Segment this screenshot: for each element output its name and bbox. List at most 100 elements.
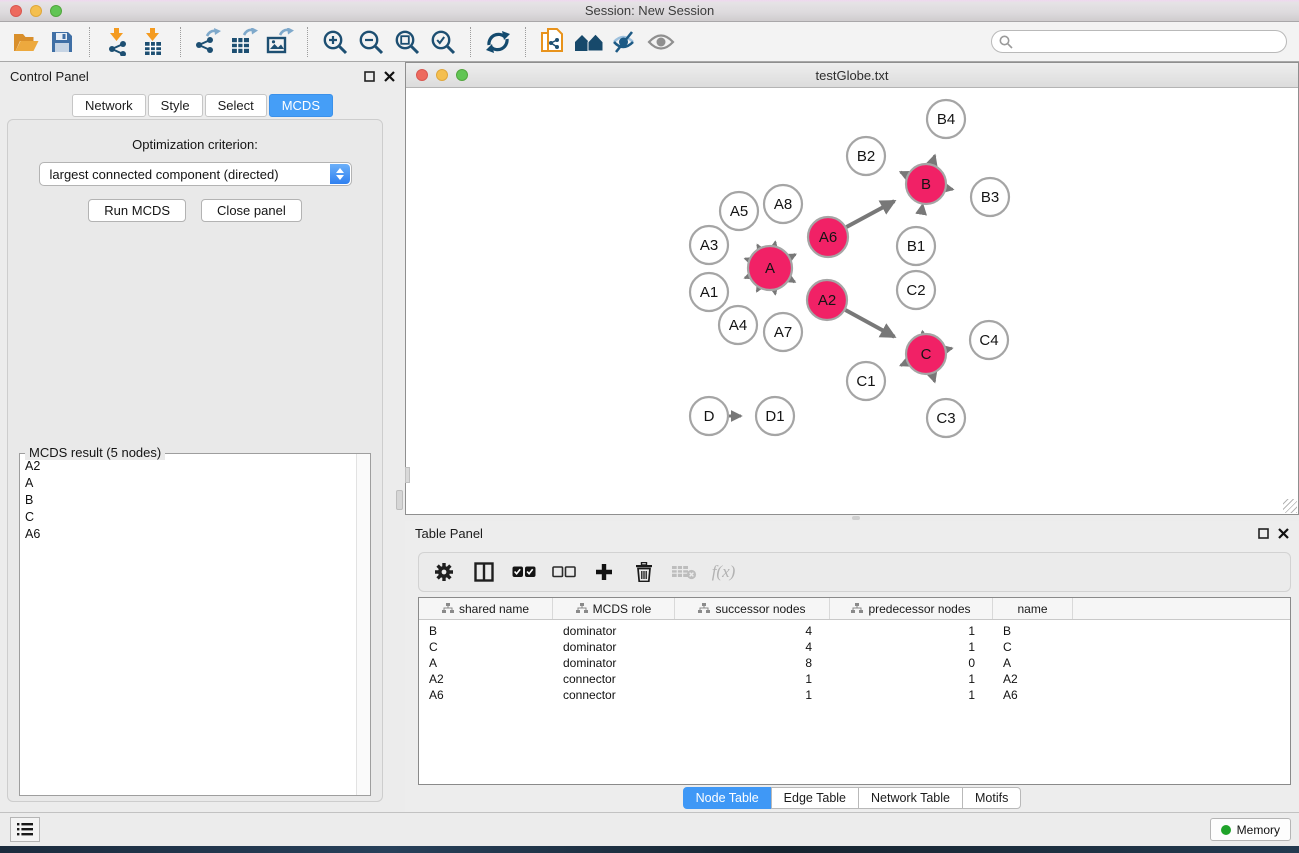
- import-table-button[interactable]: [135, 26, 171, 58]
- add-column-button[interactable]: [587, 557, 620, 587]
- refresh-button[interactable]: [480, 26, 516, 58]
- show-column-button[interactable]: [467, 557, 500, 587]
- table-cell[interactable]: C: [993, 639, 1073, 655]
- table-cell[interactable]: B: [419, 623, 553, 639]
- table-cell[interactable]: A: [993, 655, 1073, 671]
- delete-table-button[interactable]: [667, 557, 700, 587]
- table-cell[interactable]: C: [419, 639, 553, 655]
- edge-A-A5[interactable]: [757, 245, 759, 248]
- zoom-out-button[interactable]: [353, 26, 389, 58]
- tab-network-table[interactable]: Network Table: [858, 787, 963, 809]
- deselect-all-button[interactable]: [547, 557, 580, 587]
- table-cell[interactable]: 8: [675, 655, 830, 671]
- edge-C-C1[interactable]: [901, 363, 907, 366]
- edge-A2-C[interactable]: [845, 310, 894, 337]
- column-header-shared-name[interactable]: shared name: [419, 598, 553, 619]
- resize-grip-icon[interactable]: [1283, 499, 1297, 513]
- table-row[interactable]: Adominator80A: [419, 655, 1290, 671]
- table-cell[interactable]: 4: [675, 639, 830, 655]
- table-cell[interactable]: A6: [419, 687, 553, 703]
- column-header-successor-nodes[interactable]: successor nodes: [675, 598, 830, 619]
- node-A8[interactable]: A8: [764, 185, 802, 223]
- edge-C-C4[interactable]: [946, 348, 951, 349]
- node-A1[interactable]: A1: [690, 273, 728, 311]
- node-A4[interactable]: A4: [719, 306, 757, 344]
- node-D1[interactable]: D1: [756, 397, 794, 435]
- result-scrollbar[interactable]: [356, 454, 370, 795]
- open-session-button[interactable]: [8, 26, 44, 58]
- table-cell[interactable]: 1: [830, 687, 993, 703]
- run-mcds-button[interactable]: Run MCDS: [88, 199, 186, 222]
- criterion-select[interactable]: largest connected component (directed): [39, 162, 352, 186]
- table-row[interactable]: A6connector11A6: [419, 687, 1290, 703]
- table-cell[interactable]: 1: [675, 687, 830, 703]
- node-A3[interactable]: A3: [690, 226, 728, 264]
- node-A6[interactable]: A6: [808, 217, 848, 257]
- table-cell[interactable]: A2: [419, 671, 553, 687]
- table-cell[interactable]: 0: [830, 655, 993, 671]
- table-cell[interactable]: dominator: [553, 623, 675, 639]
- duplicate-network-button[interactable]: [535, 26, 571, 58]
- result-item[interactable]: C: [20, 509, 356, 526]
- edge-A-A8[interactable]: [775, 242, 776, 246]
- table-cell[interactable]: dominator: [553, 639, 675, 655]
- table-cell[interactable]: A2: [993, 671, 1073, 687]
- node-B2[interactable]: B2: [847, 137, 885, 175]
- edge-A-A6[interactable]: [790, 254, 795, 257]
- table-cell[interactable]: connector: [553, 671, 675, 687]
- table-cell[interactable]: 1: [830, 639, 993, 655]
- node-C4[interactable]: C4: [970, 321, 1008, 359]
- node-B[interactable]: B: [906, 164, 946, 204]
- table-row[interactable]: A2connector11A2: [419, 671, 1290, 687]
- home-button[interactable]: [571, 26, 607, 58]
- table-cell[interactable]: A6: [993, 687, 1073, 703]
- network-canvas[interactable]: B4B2BB3A8A5A6A3B1AC2A1A2A4A7C4CC1DD1C3: [406, 88, 1298, 514]
- edge-C-C3[interactable]: [932, 374, 934, 382]
- tab-style[interactable]: Style: [148, 94, 203, 117]
- vertical-splitter-handle[interactable]: [396, 490, 403, 510]
- table-cell[interactable]: 4: [675, 623, 830, 639]
- search-input[interactable]: [991, 30, 1287, 53]
- tab-network[interactable]: Network: [72, 94, 146, 117]
- node-A2[interactable]: A2: [807, 280, 847, 320]
- table-cell[interactable]: connector: [553, 687, 675, 703]
- tab-node-table[interactable]: Node Table: [683, 787, 772, 809]
- memory-button[interactable]: Memory: [1210, 818, 1291, 841]
- import-network-button[interactable]: [99, 26, 135, 58]
- export-table-button[interactable]: [226, 26, 262, 58]
- table-cell[interactable]: 1: [675, 671, 830, 687]
- column-header-predecessor-nodes[interactable]: predecessor nodes: [830, 598, 993, 619]
- node-A[interactable]: A: [748, 246, 792, 290]
- table-cell[interactable]: A: [419, 655, 553, 671]
- node-B4[interactable]: B4: [927, 100, 965, 138]
- close-panel-button[interactable]: Close panel: [201, 199, 302, 222]
- column-header-name[interactable]: name: [993, 598, 1073, 619]
- hide-graphics-details-button[interactable]: [607, 26, 643, 58]
- zoom-fit-button[interactable]: [389, 26, 425, 58]
- tab-mcds[interactable]: MCDS: [269, 94, 333, 117]
- table-row[interactable]: Cdominator41C: [419, 639, 1290, 655]
- show-details-button[interactable]: [643, 26, 679, 58]
- edge-B-B4[interactable]: [932, 155, 935, 164]
- export-image-button[interactable]: [262, 26, 298, 58]
- export-network-button[interactable]: [190, 26, 226, 58]
- table-cell[interactable]: B: [993, 623, 1073, 639]
- edge-A6-B[interactable]: [846, 201, 894, 227]
- node-B1[interactable]: B1: [897, 227, 935, 265]
- node-A5[interactable]: A5: [720, 192, 758, 230]
- save-session-button[interactable]: [44, 26, 80, 58]
- table-cell[interactable]: 1: [830, 623, 993, 639]
- float-panel-icon[interactable]: [1258, 528, 1269, 539]
- node-C1[interactable]: C1: [847, 362, 885, 400]
- result-item[interactable]: A6: [20, 526, 356, 543]
- result-item[interactable]: B: [20, 492, 356, 509]
- select-all-button[interactable]: [507, 557, 540, 587]
- splitter-handle[interactable]: [852, 516, 860, 520]
- table-settings-button[interactable]: [427, 557, 460, 587]
- tab-edge-table[interactable]: Edge Table: [771, 787, 859, 809]
- tab-motifs[interactable]: Motifs: [962, 787, 1021, 809]
- edge-B-B3[interactable]: [947, 188, 953, 189]
- result-item[interactable]: A2: [20, 458, 356, 475]
- function-builder-button[interactable]: f(x): [707, 557, 740, 587]
- close-panel-icon[interactable]: [384, 71, 395, 82]
